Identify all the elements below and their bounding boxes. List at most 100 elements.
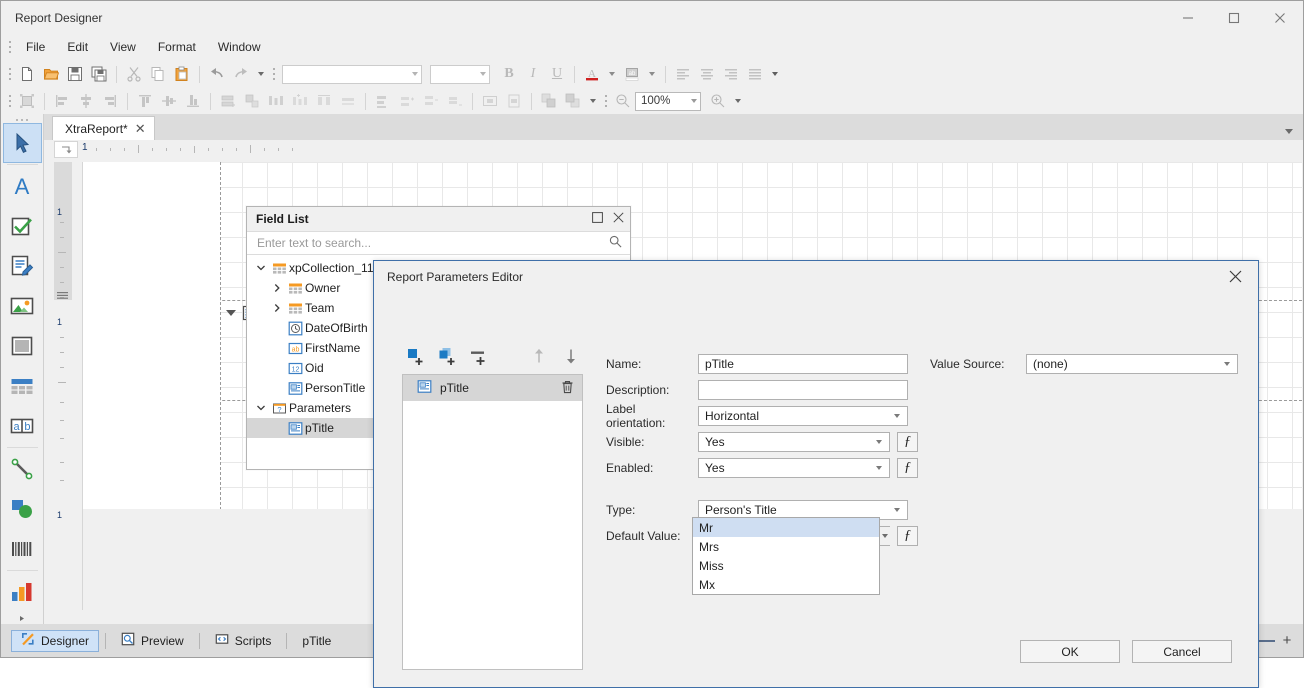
default-value-dropdown-list[interactable]: Mr Mrs Miss Mx (692, 517, 880, 595)
chevron-right-icon[interactable] (269, 303, 285, 313)
align-center-icon[interactable] (695, 63, 719, 85)
send-to-back-icon[interactable] (561, 90, 585, 112)
dropdown-option-miss[interactable]: Miss (693, 556, 879, 575)
make-same-size-icon[interactable] (240, 90, 264, 112)
horizontal-spacing-remove-icon[interactable] (336, 90, 360, 112)
document-tab-close-icon[interactable]: ✕ (135, 122, 146, 135)
font-name-combo[interactable] (282, 64, 422, 84)
document-tab-overflow-caret-icon[interactable] (1285, 129, 1293, 134)
font-color-caret-icon[interactable] (604, 63, 620, 85)
field-list-close-icon[interactable] (613, 212, 624, 226)
toolbox-item-character-comb[interactable]: a b (3, 406, 42, 446)
zoom-toolbar-grip[interactable] (601, 91, 611, 111)
visible-combo[interactable]: Yes (698, 432, 890, 452)
description-input[interactable] (698, 380, 908, 400)
dialog-close-button[interactable] (1216, 263, 1254, 291)
horizontal-spacing-decrease-icon[interactable] (312, 90, 336, 112)
toolbox-item-label[interactable]: A (3, 166, 42, 206)
zoom-increase-button[interactable]: + (1279, 633, 1295, 648)
align-rights-icon[interactable] (98, 90, 122, 112)
center-horizontally-icon[interactable] (478, 90, 502, 112)
center-vertically-icon[interactable] (502, 90, 526, 112)
visible-expression-button[interactable]: ƒ (897, 432, 918, 452)
chevron-down-icon[interactable] (876, 440, 882, 444)
arrow-up-icon[interactable] (526, 344, 552, 368)
enabled-expression-button[interactable]: ƒ (897, 458, 918, 478)
toolbar-grip[interactable] (5, 64, 15, 84)
cancel-button[interactable]: Cancel (1132, 640, 1232, 663)
parameter-list-item-ptitle[interactable]: pTitle (403, 375, 582, 401)
align-left-icon[interactable] (671, 63, 695, 85)
close-button[interactable] (1257, 1, 1303, 34)
align-right-icon[interactable] (719, 63, 743, 85)
chevron-down-icon[interactable] (1224, 362, 1230, 366)
name-input[interactable]: pTitle (698, 354, 908, 374)
toolbox-item-picture-box[interactable] (3, 286, 42, 326)
bold-icon[interactable]: B (497, 63, 521, 85)
save-icon[interactable] (63, 63, 87, 85)
band-collapse-icon[interactable] (226, 310, 236, 316)
menu-view[interactable]: View (99, 36, 147, 58)
value-source-combo[interactable]: (none) (1026, 354, 1238, 374)
vertical-spacing-increase-icon[interactable] (395, 90, 419, 112)
view-tab-designer[interactable]: Designer (11, 629, 100, 652)
minimize-button[interactable] (1165, 1, 1211, 34)
add-parameter-icon[interactable] (402, 344, 428, 368)
paste-icon[interactable] (170, 63, 194, 85)
size-to-grid-icon[interactable] (15, 90, 39, 112)
zoom-in-icon[interactable] (706, 90, 730, 112)
align-caret-icon[interactable] (767, 63, 783, 85)
chevron-right-icon[interactable] (269, 283, 285, 293)
maximize-button[interactable] (1211, 1, 1257, 34)
menu-format[interactable]: Format (147, 36, 207, 58)
add-separator-icon[interactable] (466, 344, 492, 368)
make-vertical-spacing-equal-icon[interactable] (371, 90, 395, 112)
highlight-color-caret-icon[interactable] (644, 63, 660, 85)
toolbox-item-shape[interactable] (3, 489, 42, 529)
copy-icon[interactable] (146, 63, 170, 85)
menu-grip[interactable] (5, 37, 15, 57)
highlight-color-icon[interactable]: ab (620, 63, 644, 85)
vertical-spacing-remove-icon[interactable] (443, 90, 467, 112)
toolbox-item-table[interactable] (3, 366, 42, 406)
add-multi-value-parameter-icon[interactable] (434, 344, 460, 368)
zoom-caret-icon[interactable] (730, 90, 746, 112)
zoom-level-combo[interactable]: 100% (635, 91, 701, 111)
toolbox-item-panel[interactable] (3, 326, 42, 366)
chevron-down-icon[interactable] (894, 414, 900, 418)
new-document-icon[interactable] (15, 63, 39, 85)
enabled-combo[interactable]: Yes (698, 458, 890, 478)
toolbar-grip-2[interactable] (269, 64, 279, 84)
ruler-corner-button[interactable] (54, 141, 78, 158)
save-all-icon[interactable] (87, 63, 111, 85)
undo-icon[interactable] (205, 63, 229, 85)
view-tab-scripts[interactable]: Scripts (206, 630, 281, 652)
align-justify-icon[interactable] (743, 63, 767, 85)
make-horizontal-spacing-equal-icon[interactable] (264, 90, 288, 112)
toolbox-item-line[interactable] (3, 449, 42, 489)
toolbox-item-pointer[interactable] (2, 123, 42, 164)
default-value-expression-button[interactable]: ƒ (897, 526, 918, 546)
dropdown-option-mrs[interactable]: Mrs (693, 537, 879, 556)
chevron-down-icon[interactable] (253, 263, 269, 273)
zoom-out-icon[interactable] (611, 90, 635, 112)
toolbox-overflow-icon[interactable] (17, 612, 27, 624)
menu-file[interactable]: File (15, 36, 56, 58)
make-same-width-icon[interactable] (216, 90, 240, 112)
horizontal-spacing-increase-icon[interactable] (288, 90, 312, 112)
align-centers-icon[interactable] (74, 90, 98, 112)
arrow-down-icon[interactable] (558, 344, 584, 368)
redo-icon[interactable] (229, 63, 253, 85)
cut-icon[interactable] (122, 63, 146, 85)
toolbox-item-barcode[interactable] (3, 529, 42, 569)
bring-to-front-icon[interactable] (537, 90, 561, 112)
italic-icon[interactable]: I (521, 63, 545, 85)
align-middles-icon[interactable] (157, 90, 181, 112)
toolbox-item-check-box[interactable] (3, 206, 42, 246)
toolbox-item-chart[interactable] (3, 572, 42, 612)
view-tab-preview[interactable]: Preview (112, 630, 193, 652)
vertical-spacing-decrease-icon[interactable] (419, 90, 443, 112)
layout-toolbar-grip[interactable] (5, 91, 15, 111)
dropdown-option-mr[interactable]: Mr (693, 518, 879, 537)
menu-edit[interactable]: Edit (56, 36, 99, 58)
